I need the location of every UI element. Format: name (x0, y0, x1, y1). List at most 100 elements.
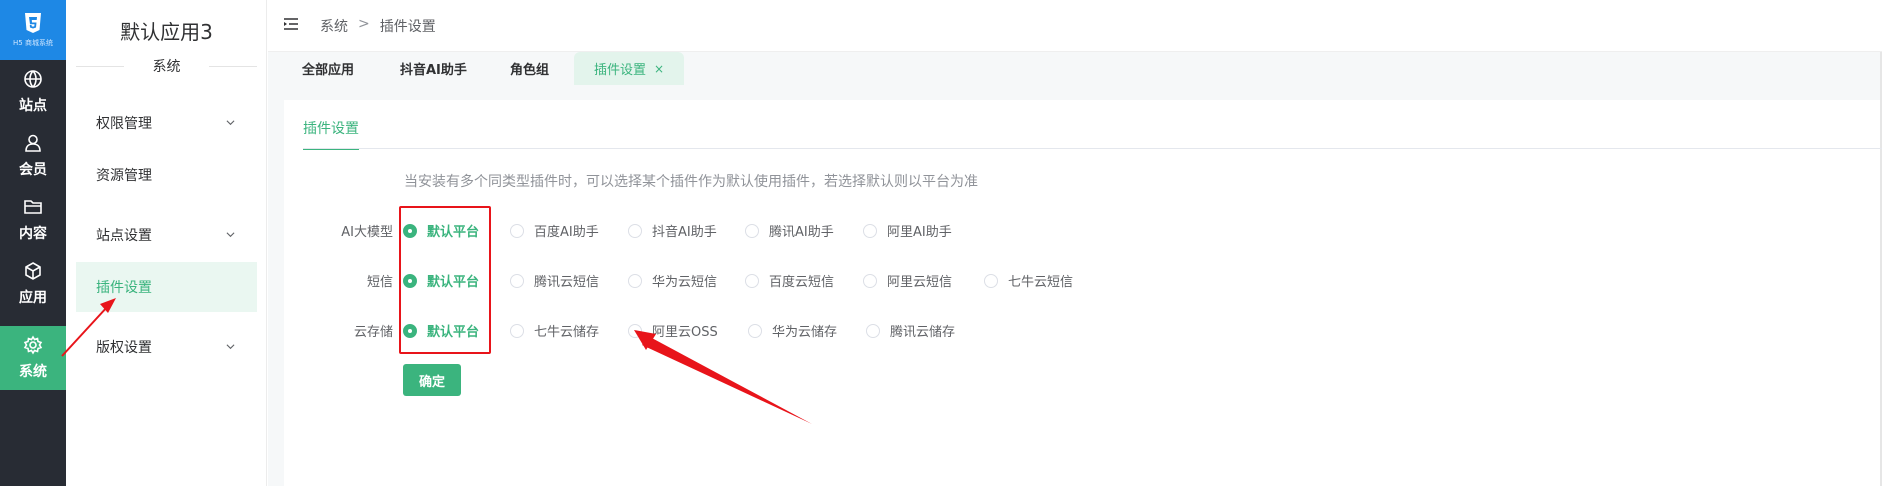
sidebar-item-plugin-settings[interactable]: 插件设置 (76, 262, 257, 312)
tab-plugin-settings[interactable]: 插件设置 × (574, 52, 685, 85)
radio-label: 百度AI助手 (534, 225, 599, 240)
radio-label: 抖音AI助手 (652, 225, 717, 240)
confirm-button[interactable]: 确定 (403, 364, 461, 396)
radio-label: 阿里云OSS (652, 325, 718, 340)
breadcrumb: 系统 > 插件设置 (320, 16, 436, 36)
radio-label: 七牛云储存 (534, 325, 600, 340)
radio-sms-baidu[interactable]: 百度云短信 (745, 271, 834, 290)
gear-icon (23, 335, 43, 355)
sidebar-item-site-settings[interactable]: 站点设置 (76, 210, 257, 260)
tab-label: 抖音AI助手 (400, 63, 467, 78)
rail-item-label: 会员 (19, 162, 47, 178)
radio-sms-ali[interactable]: 阿里云短信 (863, 271, 952, 290)
divider (303, 148, 1882, 149)
globe-icon (24, 70, 42, 88)
rail-item-site[interactable]: 站点 (0, 60, 66, 124)
rail-item-apps[interactable]: 应用 (0, 252, 66, 316)
tab-label: 角色组 (510, 63, 550, 78)
radio-dot (628, 323, 642, 338)
radio-sms-huawei[interactable]: 华为云短信 (628, 271, 717, 290)
tab-bar: 全部应用 抖音AI助手 角色组 插件设置 × (268, 52, 1882, 85)
radio-storage-tencent[interactable]: 腾讯云储存 (866, 321, 955, 340)
radio-sms-qiniu[interactable]: 七牛云短信 (984, 271, 1073, 290)
sidebar-item-resource[interactable]: 资源管理 (76, 150, 257, 200)
radio-label: 华为云储存 (772, 325, 838, 340)
breadcrumb-current: 插件设置 (379, 19, 436, 35)
subtab-plugin-settings[interactable]: 插件设置 (303, 118, 359, 150)
radio-dot (748, 323, 762, 338)
radio-dot (628, 273, 642, 288)
rail-item-system[interactable]: 系统 (0, 326, 66, 390)
content-card (284, 100, 1882, 486)
rail-item-content[interactable]: 内容 (0, 188, 66, 252)
logo-text: H5 商城系统 (13, 39, 53, 47)
user-icon (25, 134, 41, 152)
rail-item-label: 应用 (19, 290, 47, 306)
radio-dot (510, 223, 524, 238)
radio-label: 阿里AI助手 (887, 225, 952, 240)
tab-all-apps[interactable]: 全部应用 (282, 52, 374, 85)
radio-storage-huawei[interactable]: 华为云储存 (748, 321, 837, 340)
radio-ai-douyin[interactable]: 抖音AI助手 (628, 221, 717, 240)
help-tip: 当安装有多个同类型插件时，可以选择某个插件作为默认使用插件，若选择默认则以平台为… (404, 174, 978, 190)
rail-item-label: 系统 (19, 364, 47, 380)
app-name: 默认应用3 (120, 20, 213, 44)
cube-icon (25, 262, 41, 280)
sidebar-item-permission[interactable]: 权限管理 (76, 98, 257, 148)
html5-icon (25, 13, 41, 33)
radio-ai-tencent[interactable]: 腾讯AI助手 (745, 221, 834, 240)
radio-label: 阿里云短信 (887, 275, 953, 290)
radio-storage-qiniu[interactable]: 七牛云储存 (510, 321, 599, 340)
radio-dot (984, 273, 998, 288)
rail-item-label: 站点 (19, 98, 47, 114)
radio-label: 腾讯云短信 (534, 275, 600, 290)
sidebar-group-header: 系统 (76, 56, 257, 75)
chevron-down-icon (226, 344, 235, 350)
radio-dot (628, 223, 642, 238)
annotation-highlight-box (399, 206, 491, 354)
sidebar-item-copyright[interactable]: 版权设置 (76, 322, 257, 372)
sidebar-item-label: 版权设置 (96, 340, 152, 356)
breadcrumb-separator: > (358, 16, 370, 32)
radio-sms-tencent[interactable]: 腾讯云短信 (510, 271, 599, 290)
tab-label: 全部应用 (302, 63, 355, 78)
close-icon[interactable]: × (654, 62, 664, 76)
sidebar-item-label: 插件设置 (96, 280, 152, 296)
app-logo[interactable]: H5 商城系统 (0, 0, 66, 60)
rail-item-label: 内容 (19, 226, 47, 242)
breadcrumb-root[interactable]: 系统 (320, 16, 348, 36)
rail-item-member[interactable]: 会员 (0, 124, 66, 188)
row-label-ai-model: AI大模型 (341, 225, 393, 240)
radio-label: 华为云短信 (652, 275, 718, 290)
tab-douyin-ai[interactable]: 抖音AI助手 (380, 52, 487, 85)
sub-sidebar: 默认应用3 系统 权限管理 资源管理 站点设置 插件设置 版权设置 (66, 0, 267, 486)
radio-dot (863, 223, 877, 238)
radio-label: 腾讯AI助手 (769, 225, 834, 240)
radio-label: 七牛云短信 (1008, 275, 1074, 290)
row-label-storage: 云存储 (353, 325, 393, 340)
radio-dot (745, 223, 759, 238)
radio-label: 百度云短信 (769, 275, 835, 290)
sidebar-item-label: 站点设置 (96, 228, 152, 244)
radio-dot (866, 323, 880, 338)
tab-label: 插件设置 (594, 63, 647, 78)
radio-dot (510, 323, 524, 338)
radio-dot (510, 273, 524, 288)
radio-ai-ali[interactable]: 阿里AI助手 (863, 221, 952, 240)
radio-dot (745, 273, 759, 288)
row-label-sms: 短信 (366, 275, 393, 290)
divider (209, 66, 257, 67)
main-rail: H5 商城系统 站点 会员 内容 应用 系统 (0, 0, 66, 486)
sidebar-item-label: 权限管理 (96, 116, 152, 132)
sidebar-item-label: 资源管理 (96, 168, 152, 184)
radio-storage-ali-oss[interactable]: 阿里云OSS (628, 321, 718, 340)
chevron-down-icon (226, 120, 235, 126)
radio-dot (863, 273, 877, 288)
tab-role-group[interactable]: 角色组 (490, 52, 569, 85)
radio-label: 腾讯云储存 (890, 325, 956, 340)
radio-ai-baidu[interactable]: 百度AI助手 (510, 221, 599, 240)
folder-icon (24, 200, 42, 214)
menu-fold-icon[interactable] (284, 18, 298, 30)
chevron-down-icon (226, 232, 235, 238)
top-bar: 系统 > 插件设置 (268, 0, 1882, 52)
